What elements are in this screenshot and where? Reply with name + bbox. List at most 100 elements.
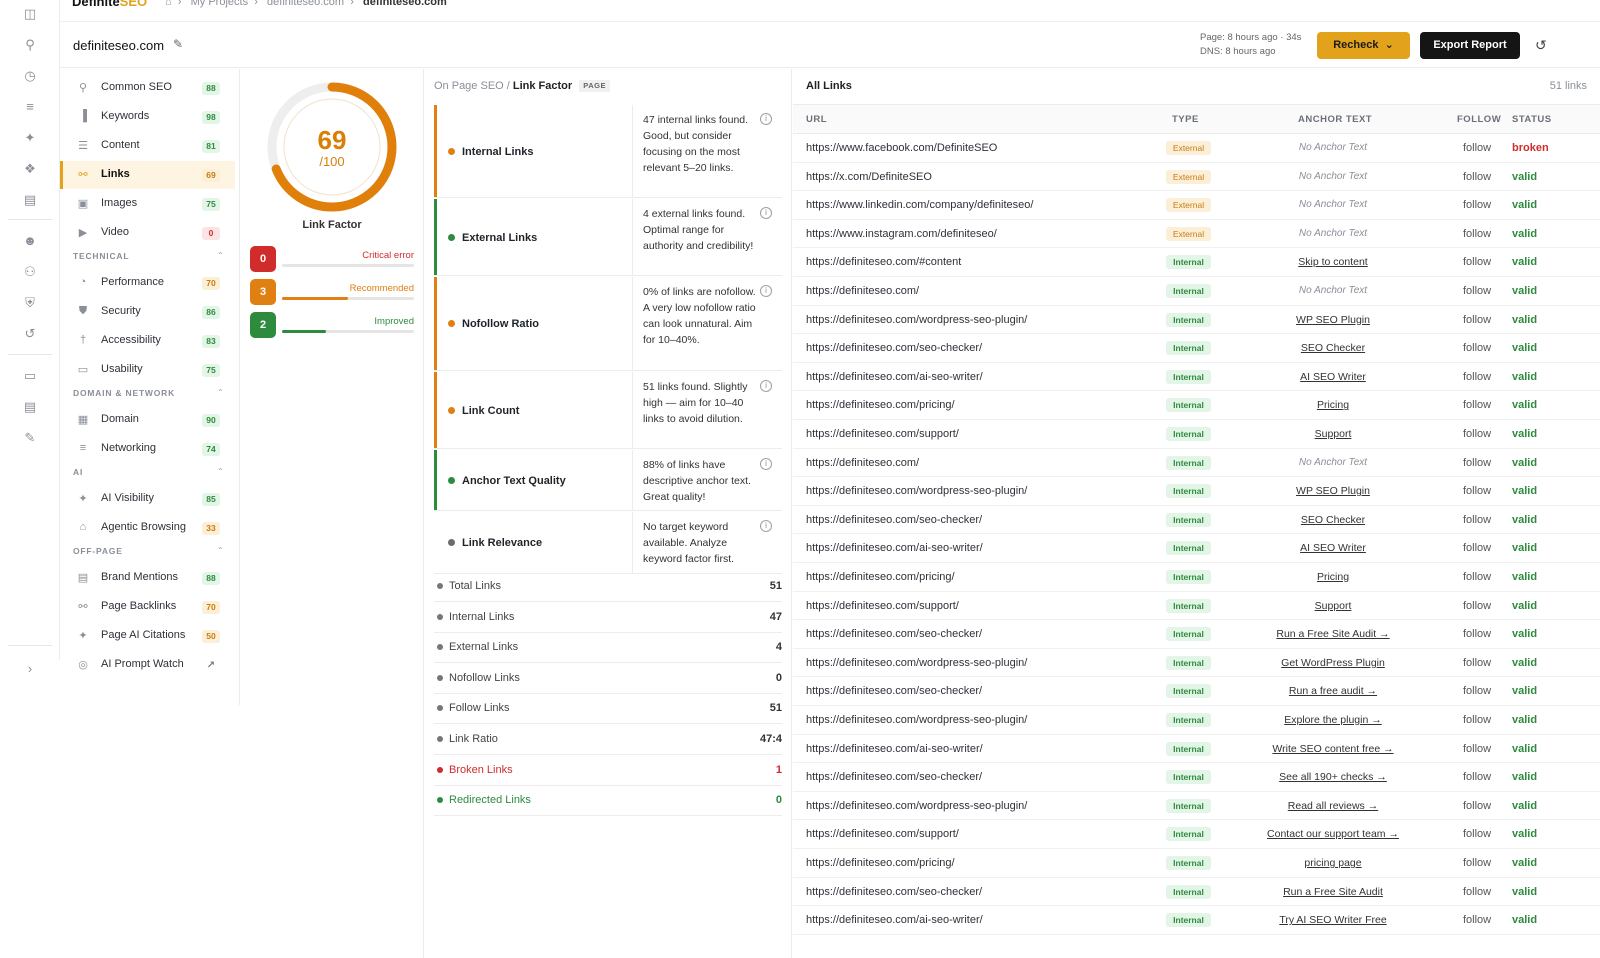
- table-row[interactable]: https://definiteseo.com/support/Internal…: [793, 592, 1600, 621]
- link-url[interactable]: https://definiteseo.com/ai-seo-writer/: [806, 542, 983, 554]
- link-url[interactable]: https://definiteseo.com/seo-checker/: [806, 514, 982, 526]
- link-url[interactable]: https://definiteseo.com/ai-seo-writer/: [806, 743, 983, 755]
- table-row[interactable]: https://definiteseo.com/seo-checker/Inte…: [793, 677, 1600, 706]
- table-row[interactable]: https://definiteseo.com/support/Internal…: [793, 420, 1600, 449]
- book-icon[interactable]: ▤: [22, 399, 38, 415]
- pencil-icon[interactable]: ✎: [173, 37, 183, 51]
- brush-icon[interactable]: ✎: [22, 430, 38, 446]
- column-follow[interactable]: FOLLOW: [1457, 114, 1501, 125]
- info-icon[interactable]: i: [760, 458, 772, 470]
- factor-row[interactable]: External Links 4 external links found. Op…: [434, 199, 782, 276]
- table-row[interactable]: https://definiteseo.com/wordpress-seo-pl…: [793, 477, 1600, 506]
- column-url[interactable]: URL: [806, 114, 827, 125]
- link-url[interactable]: https://definiteseo.com/: [806, 457, 919, 469]
- info-icon[interactable]: i: [760, 520, 772, 532]
- link-url[interactable]: https://definiteseo.com/ai-seo-writer/: [806, 371, 983, 383]
- sidebar-item-brand-mentions[interactable]: ▤ Brand Mentions 88: [60, 564, 235, 592]
- link-url[interactable]: https://definiteseo.com/support/: [806, 828, 959, 840]
- user-circle-icon[interactable]: ☻: [22, 233, 38, 249]
- clock-icon[interactable]: ◷: [22, 68, 38, 84]
- table-row[interactable]: https://definiteseo.com/pricing/Internal…: [793, 849, 1600, 878]
- table-row[interactable]: https://definiteseo.com/ai-seo-writer/In…: [793, 906, 1600, 935]
- export-report-button[interactable]: Export Report: [1420, 32, 1520, 59]
- table-row[interactable]: https://definiteseo.com/seo-checker/Inte…: [793, 620, 1600, 649]
- info-icon[interactable]: i: [760, 113, 772, 125]
- column-anchor[interactable]: ANCHOR TEXT: [1298, 114, 1372, 125]
- link-url[interactable]: https://definiteseo.com/ai-seo-writer/: [806, 914, 983, 926]
- count-recommended[interactable]: 3 Recommended: [250, 279, 414, 305]
- table-row[interactable]: https://definiteseo.com/#content Internal…: [793, 248, 1600, 277]
- chevron-up-icon[interactable]: ⌃: [217, 388, 224, 397]
- sidebar-item-page-backlinks[interactable]: ⚯ Page Backlinks 70: [60, 593, 235, 621]
- column-status[interactable]: STATUS: [1512, 114, 1552, 125]
- table-row[interactable]: https://definiteseo.com/seo-checker/Inte…: [793, 878, 1600, 907]
- factor-row[interactable]: Link Count 51 links found. Slightly high …: [434, 372, 782, 449]
- link-url[interactable]: https://www.linkedin.com/company/definit…: [806, 199, 1033, 211]
- history-icon[interactable]: ↺: [22, 326, 38, 342]
- link-url[interactable]: https://definiteseo.com/pricing/: [806, 571, 955, 583]
- table-row[interactable]: https://definiteseo.com/pricing/Internal…: [793, 563, 1600, 592]
- chevron-up-icon[interactable]: ⌃: [217, 251, 224, 260]
- link-url[interactable]: https://definiteseo.com/: [806, 285, 919, 297]
- brand-logo[interactable]: DefiniteSEO: [72, 0, 147, 9]
- column-type[interactable]: TYPE: [1172, 114, 1199, 125]
- sparkle-icon[interactable]: ✦: [22, 130, 38, 146]
- sidebar-item-ai-visibility[interactable]: ✦ AI Visibility 85: [60, 485, 235, 513]
- link-url[interactable]: https://definiteseo.com/seo-checker/: [806, 628, 982, 640]
- factor-crumb[interactable]: On Page SEO /: [434, 80, 510, 92]
- sidebar-item-agentic-browsing[interactable]: ⌂ Agentic Browsing 33: [60, 514, 235, 542]
- sidebar-item-security[interactable]: ⛊ Security 86: [60, 298, 235, 326]
- shield-cog-icon[interactable]: ⛨: [22, 295, 38, 311]
- chevron-right-icon[interactable]: ›: [22, 661, 38, 677]
- list-check-icon[interactable]: ≡: [22, 99, 38, 115]
- recheck-button[interactable]: Recheck ⌄: [1317, 32, 1410, 59]
- puzzle-icon[interactable]: ❖: [22, 161, 38, 177]
- sidebar-item-networking[interactable]: ≡ Networking 74: [60, 435, 235, 463]
- info-icon[interactable]: i: [760, 285, 772, 297]
- link-url[interactable]: https://definiteseo.com/seo-checker/: [806, 886, 982, 898]
- table-row[interactable]: https://www.instagram.com/definiteseo/Ex…: [793, 220, 1600, 249]
- table-row[interactable]: https://www.linkedin.com/company/definit…: [793, 191, 1600, 220]
- briefcase-icon[interactable]: ◫: [22, 6, 38, 22]
- sidebar-item-domain[interactable]: ▦ Domain 90: [60, 406, 235, 434]
- table-row[interactable]: https://definiteseo.com/ai-seo-writer/In…: [793, 363, 1600, 392]
- table-row[interactable]: https://definiteseo.com/wordpress-seo-pl…: [793, 706, 1600, 735]
- count-critical[interactable]: 0 Critical error: [250, 246, 414, 272]
- factor-row[interactable]: Anchor Text Quality 88% of links have des…: [434, 450, 782, 511]
- link-url[interactable]: https://definiteseo.com/wordpress-seo-pl…: [806, 714, 1027, 726]
- link-url[interactable]: https://definiteseo.com/seo-checker/: [806, 771, 982, 783]
- link-url[interactable]: https://definiteseo.com/pricing/: [806, 857, 955, 869]
- table-row[interactable]: https://definiteseo.com/wordpress-seo-pl…: [793, 649, 1600, 678]
- link-url[interactable]: https://definiteseo.com/wordpress-seo-pl…: [806, 657, 1027, 669]
- factor-row[interactable]: Internal Links 47 internal links found. G…: [434, 105, 782, 198]
- link-url[interactable]: https://x.com/DefiniteSEO: [806, 171, 932, 183]
- sidebar-item-links[interactable]: ⚯ Links 69: [60, 161, 235, 189]
- external-link-icon[interactable]: ↗: [202, 659, 220, 672]
- chevron-up-icon[interactable]: ⌃: [217, 546, 224, 555]
- link-url[interactable]: https://www.instagram.com/definiteseo/: [806, 228, 997, 240]
- table-row[interactable]: https://x.com/DefiniteSEO External No Anch…: [793, 163, 1600, 192]
- home-icon[interactable]: ⌂: [165, 0, 172, 8]
- table-row[interactable]: https://definiteseo.com/ai-seo-writer/In…: [793, 735, 1600, 764]
- sidebar-item-ai-prompt-watch[interactable]: ◎ AI Prompt Watch ↗: [60, 651, 235, 679]
- link-url[interactable]: https://definiteseo.com/support/: [806, 600, 959, 612]
- link-url[interactable]: https://definiteseo.com/wordpress-seo-pl…: [806, 800, 1027, 812]
- table-row[interactable]: https://definiteseo.com/wordpress-seo-pl…: [793, 792, 1600, 821]
- sidebar-item-performance[interactable]: ◔ Performance 70: [60, 269, 235, 297]
- link-url[interactable]: https://definiteseo.com/wordpress-seo-pl…: [806, 485, 1027, 497]
- sidebar-item-images[interactable]: ▣ Images 75: [60, 190, 235, 218]
- link-url[interactable]: https://definiteseo.com/support/: [806, 428, 959, 440]
- link-url[interactable]: https://definiteseo.com/seo-checker/: [806, 685, 982, 697]
- sidebar-item-video[interactable]: ▶ Video 0: [60, 219, 235, 247]
- link-url[interactable]: https://definiteseo.com/#content: [806, 256, 961, 268]
- sidebar-item-common-seo[interactable]: ⚲ Common SEO 88: [60, 74, 235, 102]
- table-row[interactable]: https://definiteseo.com/seo-checker/Inte…: [793, 763, 1600, 792]
- monitor-icon[interactable]: ▭: [22, 368, 38, 384]
- count-improved[interactable]: 2 Improved: [250, 312, 414, 338]
- table-row[interactable]: https://definiteseo.com/seo-checker/Inte…: [793, 506, 1600, 535]
- table-row[interactable]: https://definiteseo.com/Internal No Ancho…: [793, 277, 1600, 306]
- breadcrumb-project[interactable]: definiteseo.com: [267, 0, 344, 8]
- toolbox-icon[interactable]: ▤: [22, 192, 38, 208]
- table-row[interactable]: https://definiteseo.com/wordpress-seo-pl…: [793, 306, 1600, 335]
- sidebar-item-page-ai-citations[interactable]: ✦ Page AI Citations 50: [60, 622, 235, 650]
